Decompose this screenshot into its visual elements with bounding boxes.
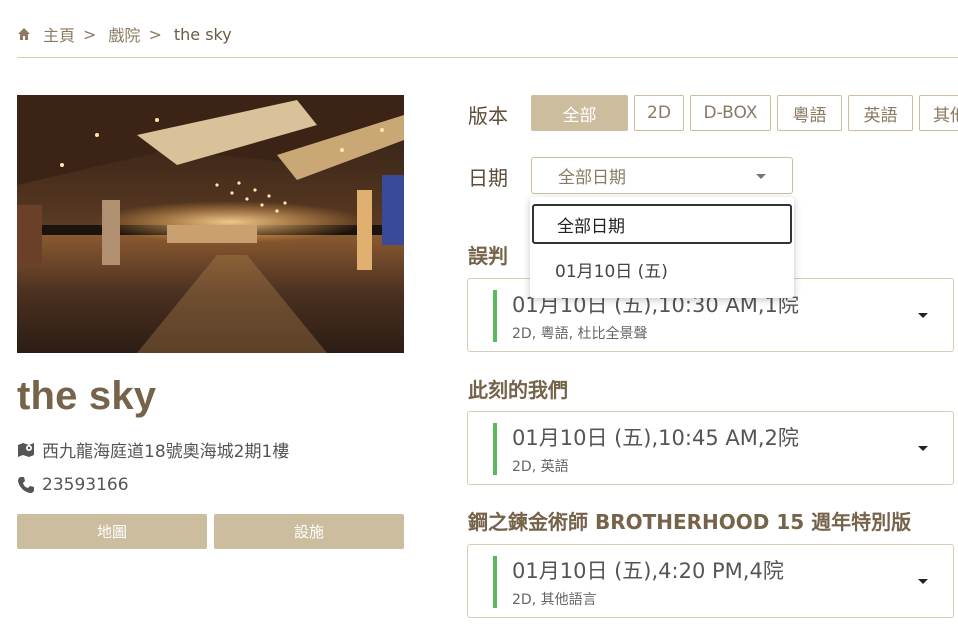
date-option-all[interactable]: 全部日期 — [532, 204, 792, 244]
facilities-button[interactable]: 設施 — [214, 514, 404, 549]
chevron-down-icon[interactable] — [918, 313, 928, 318]
showtime-card[interactable]: 01月10日 (五),10:45 AM,2院 2D, 英語 — [467, 411, 954, 485]
chevron-down-icon[interactable] — [918, 446, 928, 451]
divider — [17, 57, 958, 58]
map-button[interactable]: 地圖 — [17, 514, 207, 549]
breadcrumb: 主頁 > 戲院 > the sky — [17, 22, 232, 46]
chip-all[interactable]: 全部 — [531, 95, 628, 131]
chip-english[interactable]: 英語 — [848, 95, 913, 131]
chip-dbox[interactable]: D-BOX — [690, 95, 771, 131]
movie-title: 此刻的我們 — [468, 378, 568, 402]
breadcrumb-separator: > — [83, 24, 97, 44]
address-row: 西九龍海庭道18號奧海城2期1樓 — [17, 437, 289, 462]
cinema-photo — [17, 95, 404, 353]
phone-text[interactable]: 23593166 — [42, 475, 129, 495]
showtime-details: 2D, 英語 — [512, 459, 569, 475]
breadcrumb-cinemas-link[interactable]: 戲院 — [108, 22, 140, 46]
date-dropdown-menu: 全部日期 01月10日 (五) — [530, 197, 794, 298]
home-icon[interactable] — [17, 27, 31, 41]
chip-cantonese[interactable]: 粵語 — [777, 95, 842, 131]
breadcrumb-separator: > — [148, 24, 162, 44]
chevron-down-icon — [756, 174, 766, 179]
date-select-value: 全部日期 — [558, 168, 626, 188]
map-location-icon — [18, 442, 34, 457]
chip-2d[interactable]: 2D — [634, 95, 684, 131]
showtime-card[interactable]: 01月10日 (五),4:20 PM,4院 2D, 其他語言 — [467, 544, 954, 618]
phone-icon — [18, 477, 34, 493]
date-option-0110[interactable]: 01月10日 (五) — [532, 249, 792, 289]
address-text: 西九龍海庭道18號奧海城2期1樓 — [42, 442, 290, 462]
showtime-indicator — [493, 423, 497, 475]
showtime-indicator — [493, 290, 497, 342]
showtime-indicator — [493, 556, 497, 608]
cinema-name: the sky — [17, 374, 157, 418]
chevron-down-icon[interactable] — [918, 579, 928, 584]
breadcrumb-home-link[interactable]: 主頁 — [43, 22, 75, 46]
phone-row: 23593166 — [17, 475, 129, 495]
breadcrumb-current: the sky — [173, 24, 232, 44]
showtime-details: 2D, 其他語言 — [512, 592, 597, 608]
chip-other[interactable]: 其他 — [919, 95, 958, 131]
date-label: 日期 — [468, 166, 508, 190]
showtime-text: 01月10日 (五),4:20 PM,4院 — [512, 559, 784, 583]
movie-title: 誤判 — [468, 244, 508, 268]
version-label: 版本 — [468, 104, 508, 128]
date-select[interactable]: 全部日期 — [531, 157, 793, 194]
showtime-details: 2D, 粵語, 杜比全景聲 — [512, 326, 648, 342]
movie-title: 鋼之鍊金術師 BROTHERHOOD 15 週年特別版 — [468, 510, 912, 534]
showtime-text: 01月10日 (五),10:45 AM,2院 — [512, 426, 799, 450]
